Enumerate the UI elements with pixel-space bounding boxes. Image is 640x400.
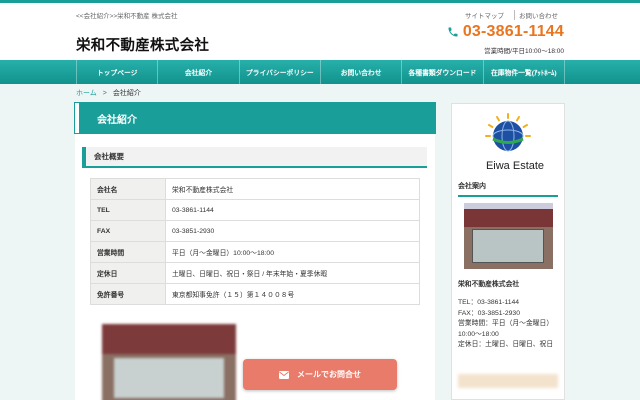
site-title[interactable]: 栄和不動産株式会社 bbox=[76, 34, 209, 55]
phone-number[interactable]: 03-3861-1144 bbox=[463, 23, 564, 41]
sidebar-line: TEL：03-3861-1144 bbox=[458, 299, 520, 306]
nav-item-privacy[interactable]: プライバシーポリシー bbox=[238, 60, 320, 84]
sidebar-banner[interactable] bbox=[458, 374, 558, 388]
table-row: 免許番号 東京都知事免許（１５）第１４００８号 bbox=[90, 283, 420, 305]
mail-button-label: メールでお問合せ bbox=[297, 370, 361, 379]
sitemap-link[interactable]: サイトマップ bbox=[461, 10, 508, 20]
table-value: 03-3861-1144 bbox=[165, 199, 420, 221]
globe-logo-icon bbox=[485, 113, 531, 152]
site-header: <<会社紹介>>栄和不動産 株式会社 栄和不動産株式会社 サイトマップ お問い合… bbox=[0, 3, 640, 60]
table-key: 会社名 bbox=[90, 178, 166, 200]
breadcrumb-current: 会社紹介 bbox=[112, 90, 141, 97]
breadcrumb-home[interactable]: ホーム bbox=[76, 90, 97, 97]
table-row: 会社名 栄和不動産株式会社 bbox=[90, 178, 420, 200]
contact-link[interactable]: お問い合わせ bbox=[514, 10, 562, 20]
nav-item-top[interactable]: トップページ bbox=[76, 60, 157, 84]
top-links: サイトマップ お問い合わせ bbox=[461, 10, 562, 20]
sidebar-line: FAX：03-3851-2930 bbox=[458, 309, 520, 317]
table-value: 平日（月〜金曜日）10:00〜18:00 bbox=[165, 241, 420, 263]
company-logo[interactable]: Eiwa Estate bbox=[458, 110, 558, 175]
sidebar-line: 定休日：土曜日、日曜日、祝日 bbox=[458, 341, 554, 348]
global-nav: トップページ 会社紹介 プライバシーポリシー お問い合わせ 各種書類ダウンロード… bbox=[0, 60, 640, 84]
header-breadcrumb-text: <<会社紹介>>栄和不動産 株式会社 bbox=[76, 13, 178, 20]
sidebar-heading: 会社案内 bbox=[458, 181, 558, 197]
table-value: 東京都知事免許（１５）第１４００８号 bbox=[165, 283, 420, 305]
nav-item-downloads[interactable]: 各種書類ダウンロード bbox=[401, 60, 482, 84]
table-key: 定休日 bbox=[90, 262, 166, 284]
sidebar-contact-lines: TEL：03-3861-1144 FAX：03-3851-2930 営業時間：平… bbox=[458, 298, 553, 351]
breadcrumb-separator: > bbox=[102, 90, 107, 97]
main-content: 会社紹介 会社概要 会社名 栄和不動産株式会社 TEL 03-3861-1144 F… bbox=[74, 102, 436, 400]
table-value: 栄和不動産株式会社 bbox=[165, 178, 420, 200]
table-row: 定休日 土曜日、日曜日、祝日・祭日 / 年末年始・夏季休暇 bbox=[90, 262, 420, 284]
page-title: 会社紹介 bbox=[74, 102, 436, 134]
phone-icon bbox=[448, 27, 458, 37]
table-key: 免許番号 bbox=[90, 283, 166, 305]
nav-item-company[interactable]: 会社紹介 bbox=[157, 60, 238, 84]
sidebar-line: 10:00〜18:00 bbox=[458, 330, 499, 338]
table-key: 営業時間 bbox=[90, 241, 166, 263]
sidebar: Eiwa Estate 会社案内 栄和不動産株式会社 TEL：03-3861-1… bbox=[451, 103, 565, 400]
mail-contact-button[interactable]: メールでお問合せ bbox=[243, 359, 397, 390]
table-key: TEL bbox=[90, 199, 166, 221]
section-title: 会社概要 bbox=[82, 147, 427, 168]
sidebar-storefront-photo bbox=[464, 203, 553, 269]
nav-item-listings[interactable]: 在庫物件一覧(ｱｯﾄﾎｰﾑ) bbox=[482, 60, 565, 84]
table-value: 土曜日、日曜日、祝日・祭日 / 年末年始・夏季休暇 bbox=[165, 262, 420, 284]
nav-item-contact[interactable]: お問い合わせ bbox=[319, 60, 401, 84]
sidebar-company-name: 栄和不動産株式会社 bbox=[458, 281, 520, 288]
table-row: FAX 03-3851-2930 bbox=[90, 220, 420, 242]
sidebar-line: 営業時間：平日（月〜金曜日） bbox=[458, 320, 554, 327]
table-row: TEL 03-3861-1144 bbox=[90, 199, 420, 221]
envelope-icon bbox=[279, 370, 289, 379]
company-info-table: 会社名 栄和不動産株式会社 TEL 03-3861-1144 FAX 03-3851-… bbox=[90, 178, 420, 305]
table-value: 03-3851-2930 bbox=[165, 220, 420, 242]
breadcrumb: ホーム > 会社紹介 bbox=[76, 88, 141, 98]
phone-block: 03-3861-1144 bbox=[447, 23, 564, 41]
table-row: 営業時間 平日（月〜金曜日）10:00〜18:00 bbox=[90, 241, 420, 263]
logo-text: Eiwa Estate bbox=[485, 160, 545, 172]
business-hours: 営業時間/平日10:00〜18:00 bbox=[484, 48, 564, 55]
storefront-photo bbox=[102, 324, 236, 400]
table-key: FAX bbox=[90, 220, 166, 242]
